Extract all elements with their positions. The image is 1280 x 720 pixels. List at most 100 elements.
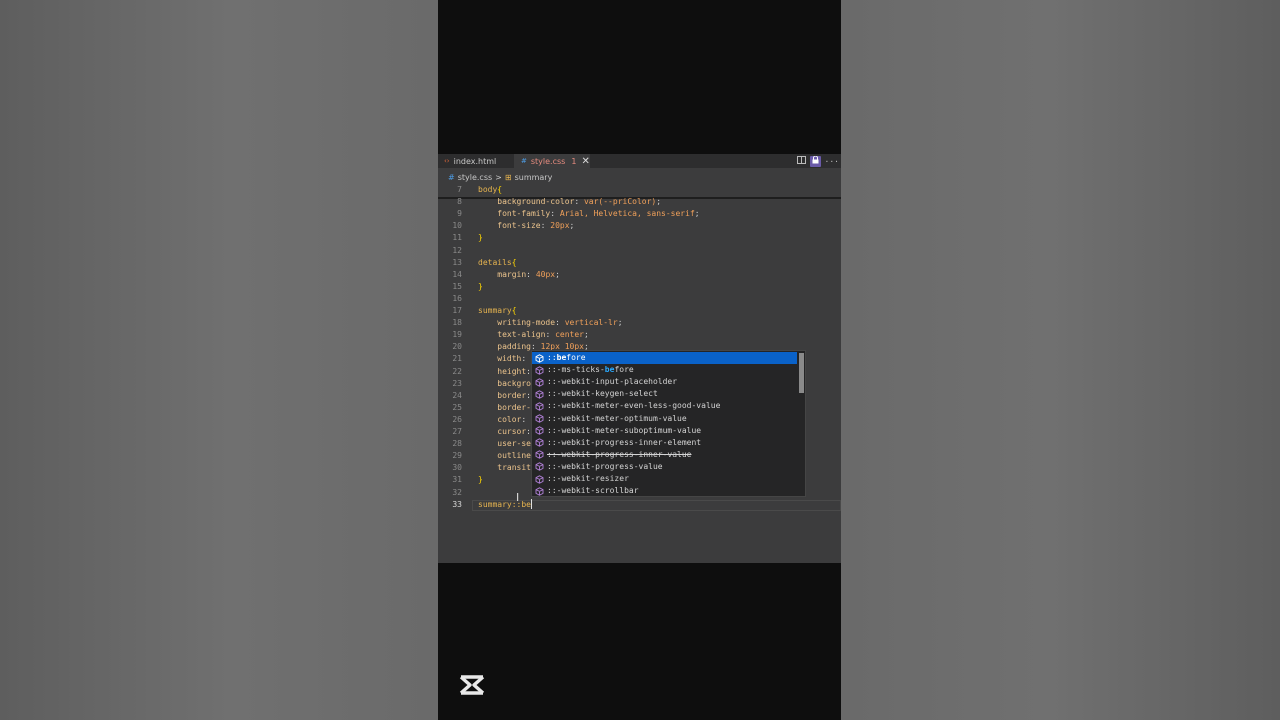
suggestion-label: ::-webkit-scrollbar: [547, 486, 639, 496]
property-cube-icon: [535, 390, 544, 399]
breadcrumb: # style.css > ⊞ summary: [448, 171, 552, 183]
line-text: }: [478, 233, 483, 243]
code-line[interactable]: 14 margin: 40px;: [438, 269, 841, 281]
line-text: cursor:: [497, 427, 531, 436]
line-number: 26: [452, 414, 462, 424]
line-text: outline: [497, 451, 531, 461]
code-line[interactable]: 19 text-align: center;: [438, 329, 841, 341]
tab-index-html[interactable]: ‹› index.html: [444, 154, 496, 168]
suggestion-item[interactable]: ::-webkit-input-placeholder: [532, 376, 797, 388]
line-number: 17: [452, 306, 462, 315]
split-editor-icon[interactable]: [796, 156, 806, 166]
tab-bar: ‹› index.html # style.css 1 ✕ ···: [438, 154, 841, 168]
problem-count-badge: 1: [571, 156, 577, 166]
suggestion-item[interactable]: ::-webkit-progress-inner-element: [532, 437, 797, 449]
line-number: 22: [452, 366, 462, 376]
line-text: writing-mode: vertical-lr;: [497, 318, 623, 328]
line-text: color:: [497, 414, 527, 424]
line-number: 33: [452, 499, 462, 509]
suggestion-label: ::-webkit-resizer: [547, 474, 629, 483]
line-number: 23: [452, 378, 462, 388]
line-text: summary::be: [478, 499, 532, 510]
code-line[interactable]: 17 summary{: [438, 305, 841, 317]
property-cube-icon: [535, 414, 544, 423]
property-cube-icon: [535, 353, 544, 363]
line-number: 32: [452, 487, 462, 497]
property-cube-icon: [535, 474, 544, 484]
suggestion-item[interactable]: ::-webkit-meter-even-less-good-value: [532, 400, 797, 412]
line-text: user-se: [497, 439, 531, 449]
line-text: body{: [478, 185, 503, 194]
line-text: background-color: var(--priColor);: [497, 197, 662, 207]
tab-style-css[interactable]: # style.css 1 ✕: [514, 154, 590, 168]
suggestion-item[interactable]: ::-webkit-keygen-select: [532, 388, 797, 400]
video-frame: ‹› index.html # style.css 1 ✕ ··· # styl…: [438, 0, 841, 720]
line-number: 12: [452, 245, 462, 255]
css-file-icon: #: [448, 172, 455, 182]
line-number: 13: [452, 257, 462, 267]
code-line[interactable]: 12: [438, 245, 841, 257]
suggest-scrollbar[interactable]: [799, 353, 804, 393]
property-cube-icon: [535, 426, 544, 435]
line-number: 16: [452, 293, 462, 303]
line-text: font-family: Arial, Helvetica, sans-seri…: [497, 209, 700, 219]
line-number: 27: [452, 427, 462, 436]
suggestion-label: ::before: [547, 353, 586, 362]
tab-label: style.css: [530, 156, 566, 166]
suggestion-item[interactable]: ::before: [532, 352, 797, 364]
suggestion-item[interactable]: ::-webkit-progress-value: [532, 461, 797, 473]
suggestion-item[interactable]: ::-webkit-meter-suboptimum-value: [532, 425, 797, 437]
line-number: 11: [452, 233, 462, 243]
editor-actions: ···: [796, 154, 841, 168]
line-text: height:: [497, 366, 531, 376]
lock-icon[interactable]: [809, 155, 821, 167]
line-number: 25: [452, 402, 462, 412]
suggestion-label: ::-webkit-progress-inner-value: [547, 449, 692, 459]
close-icon[interactable]: ✕: [581, 156, 589, 167]
code-line[interactable]: 18 writing-mode: vertical-lr;: [438, 317, 841, 329]
line-text: border-: [497, 402, 531, 412]
line-text: }: [478, 281, 483, 291]
suggestion-item[interactable]: ::-webkit-progress-inner-value: [532, 449, 797, 461]
property-cube-icon: [535, 450, 544, 460]
text-cursor-icon: I: [516, 491, 520, 504]
more-actions-icon[interactable]: ···: [825, 157, 839, 166]
html-file-icon: ‹›: [444, 157, 450, 165]
property-cube-icon: [535, 438, 544, 447]
line-text: border:: [497, 390, 531, 400]
autocomplete-widget[interactable]: ::before::-ms-ticks-before::-webkit-inpu…: [531, 350, 806, 497]
line-number: 28: [452, 439, 462, 449]
line-number: 15: [452, 281, 462, 291]
line-number: 29: [452, 451, 462, 461]
code-editor: ‹› index.html # style.css 1 ✕ ··· # styl…: [438, 154, 841, 563]
line-number: 9: [457, 209, 462, 219]
line-text: details{: [478, 257, 517, 267]
suggestion-item[interactable]: ::-ms-ticks-before: [532, 364, 797, 376]
code-line[interactable]: 13 details{: [438, 257, 841, 269]
suggestion-item[interactable]: ::-webkit-resizer: [532, 473, 797, 485]
code-line[interactable]: 7 body{: [438, 184, 841, 196]
line-number: 31: [452, 475, 462, 485]
code-line[interactable]: 10 font-size: 20px;: [438, 220, 841, 232]
code-line[interactable]: 9 font-family: Arial, Helvetica, sans-se…: [438, 208, 841, 220]
suggestion-label: ::-webkit-progress-value: [547, 461, 663, 471]
code-line[interactable]: 15}: [438, 281, 841, 293]
property-cube-icon: [535, 462, 544, 472]
css-file-icon: #: [521, 157, 527, 165]
text-caret: [530, 499, 532, 510]
line-text: margin: 40px;: [497, 269, 560, 279]
suggestion-label: ::-webkit-meter-even-less-good-value: [547, 401, 721, 411]
suggestion-item[interactable]: ::-webkit-scrollbar: [532, 485, 797, 497]
line-text: text-align: center;: [497, 330, 589, 340]
property-cube-icon: [535, 402, 544, 411]
line-number: 21: [452, 354, 462, 364]
suggestion-item[interactable]: ::-webkit-meter-optimum-value: [532, 413, 797, 425]
breadcrumb-file[interactable]: style.css: [458, 173, 492, 182]
breadcrumb-symbol[interactable]: summary: [515, 173, 553, 182]
code-line[interactable]: 8 background-color: var(--priColor);: [438, 196, 841, 208]
code-line[interactable]: 11}: [438, 232, 841, 244]
code-line[interactable]: 16: [438, 293, 841, 305]
line-text: transit: [497, 463, 531, 473]
line-number: 8: [457, 197, 462, 207]
code-line[interactable]: 33 summary::be: [438, 499, 841, 511]
